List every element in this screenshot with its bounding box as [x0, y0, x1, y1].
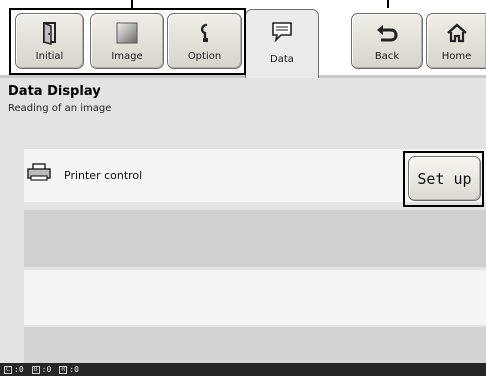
tab-initial-label: Initial [35, 51, 64, 62]
tab-data[interactable]: Data [245, 9, 319, 78]
tab-data-label: Data [270, 54, 294, 65]
tab-option-label: Option [187, 51, 222, 62]
tab-image-label: Image [111, 51, 143, 62]
door-icon [16, 20, 83, 46]
list-item-empty [24, 210, 486, 267]
option-icon [168, 20, 241, 46]
page-subtitle: Reading of an image [8, 103, 112, 114]
speech-bubble-icon [246, 19, 318, 45]
status-r-icon: R [59, 365, 68, 374]
image-icon [91, 20, 163, 46]
status-c-icon: C [4, 365, 12, 374]
tab-image[interactable]: Image [90, 13, 164, 69]
status-bar: C :0 B :0 R :0 [0, 363, 486, 376]
status-c-value: :0 [14, 365, 24, 374]
status-item-r: R :0 [59, 365, 79, 374]
screen: Initial Image Option Data Back Home Data… [0, 0, 486, 376]
tab-home[interactable]: Home [426, 13, 486, 69]
page-title: Data Display [8, 84, 101, 99]
printer-control-label: Printer control [64, 169, 143, 182]
status-item-b: B :0 [31, 365, 52, 374]
tab-back[interactable]: Back [351, 13, 423, 69]
list-item-empty [24, 270, 486, 325]
status-b-value: :0 [41, 365, 52, 374]
tab-home-label: Home [441, 51, 472, 62]
status-r-value: :0 [69, 365, 79, 374]
back-arrow-icon [352, 20, 422, 46]
tab-initial[interactable]: Initial [15, 13, 84, 69]
printer-icon [27, 163, 51, 185]
main-panel: Data Display Reading of an image Printer… [0, 78, 486, 363]
status-b-icon: B [31, 365, 40, 374]
tab-back-label: Back [374, 51, 400, 62]
setup-button[interactable]: Set up [408, 156, 481, 201]
home-icon [427, 20, 486, 46]
tab-option[interactable]: Option [167, 13, 242, 69]
status-item-c: C :0 [4, 365, 24, 374]
list-item-empty [24, 327, 486, 363]
